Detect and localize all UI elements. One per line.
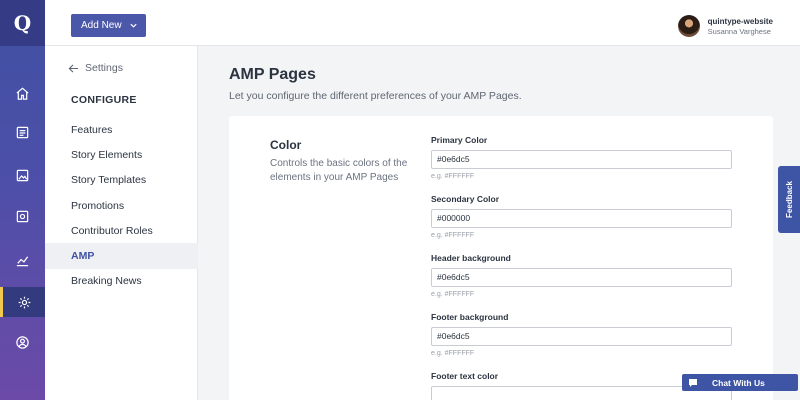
sidebar-item-story-elements[interactable]: Story Elements xyxy=(45,142,198,167)
nav-stories[interactable] xyxy=(0,117,45,147)
sidebar-item-contributor-roles[interactable]: Contributor Roles xyxy=(45,218,198,243)
secondary-color-field: Secondary Color e.g. #FFFFFF xyxy=(431,194,732,239)
field-hint: e.g. #FFFFFF xyxy=(431,172,475,180)
nav-media[interactable] xyxy=(0,201,45,231)
back-label: Settings xyxy=(85,62,123,74)
sidebar-item-breaking-news[interactable]: Breaking News xyxy=(45,269,198,294)
chat-with-us-button[interactable]: Chat With Us xyxy=(682,374,798,391)
arrow-left-icon xyxy=(68,63,79,73)
sidebar-item-story-templates[interactable]: Story Templates xyxy=(45,168,198,193)
add-new-label: Add New xyxy=(81,20,122,31)
secondary-color-input[interactable] xyxy=(431,208,732,228)
field-label: Header background xyxy=(431,253,511,263)
add-new-button[interactable]: Add New xyxy=(71,14,146,37)
stories-icon xyxy=(16,126,29,138)
nav-gallery[interactable] xyxy=(0,160,45,190)
nav-settings[interactable] xyxy=(0,287,45,317)
field-hint: e.g. #FFFFFF xyxy=(431,290,475,298)
media-icon xyxy=(16,210,29,222)
header-background-field: Header background e.g. #FFFFFF xyxy=(431,253,732,298)
nav-profile[interactable] xyxy=(0,327,45,357)
top-bar: Add New quintype-website Susanna Varghes… xyxy=(45,0,800,46)
section-title: Color xyxy=(270,138,302,152)
color-settings-card: Color Controls the basic colors of the e… xyxy=(229,116,773,400)
feedback-tab[interactable]: Feedback xyxy=(778,166,800,233)
image-gallery-icon xyxy=(16,169,29,181)
left-nav-rail: Q xyxy=(0,0,45,400)
page-subtitle: Let you configure the different preferen… xyxy=(229,90,522,102)
avatar xyxy=(677,15,700,37)
primary-color-field: Primary Color e.g. #FFFFFF xyxy=(431,135,732,180)
logo-glyph: Q xyxy=(13,11,32,35)
sidebar-item-promotions[interactable]: Promotions xyxy=(45,193,198,218)
profile-menu[interactable]: quintype-website Susanna Varghese xyxy=(677,15,773,37)
section-description: Controls the basic colors of the element… xyxy=(270,158,408,183)
workspace-name: quintype-website xyxy=(707,16,773,26)
home-icon xyxy=(16,87,29,100)
field-label: Footer background xyxy=(431,312,509,322)
chevron-down-icon xyxy=(129,23,137,28)
configure-menu: Features Story Elements Story Templates … xyxy=(45,117,198,294)
user-icon xyxy=(16,335,29,349)
page-title: AMP Pages xyxy=(229,66,316,83)
user-name: Susanna Varghese xyxy=(707,26,771,36)
field-hint: e.g. #FFFFFF xyxy=(431,349,475,357)
nav-analytics[interactable] xyxy=(0,245,45,275)
main-content: AMP Pages Let you configure the differen… xyxy=(198,46,800,400)
header-background-input[interactable] xyxy=(431,267,732,287)
sidebar-item-features[interactable]: Features xyxy=(45,117,198,142)
field-label: Primary Color xyxy=(431,135,488,145)
analytics-icon xyxy=(16,255,29,266)
primary-color-input[interactable] xyxy=(431,149,732,169)
chat-label: Chat With Us xyxy=(712,377,765,388)
footer-background-field: Footer background e.g. #FFFFFF xyxy=(431,312,732,357)
profile-text: quintype-website Susanna Varghese xyxy=(708,17,773,36)
settings-icon xyxy=(18,296,30,308)
footer-background-input[interactable] xyxy=(431,326,732,346)
back-to-settings-link[interactable]: Settings xyxy=(68,62,123,74)
field-label: Secondary Color xyxy=(431,194,500,204)
chat-bubble-icon xyxy=(689,378,697,387)
settings-sidebar: Settings CONFIGURE Features Story Elemen… xyxy=(45,46,198,400)
feedback-label: Feedback xyxy=(784,181,794,218)
nav-home[interactable] xyxy=(0,78,45,108)
quintype-logo[interactable]: Q xyxy=(0,0,45,46)
field-hint: e.g. #FFFFFF xyxy=(431,231,475,239)
sidebar-item-amp[interactable]: AMP xyxy=(45,243,198,269)
configure-heading: CONFIGURE xyxy=(71,94,137,106)
